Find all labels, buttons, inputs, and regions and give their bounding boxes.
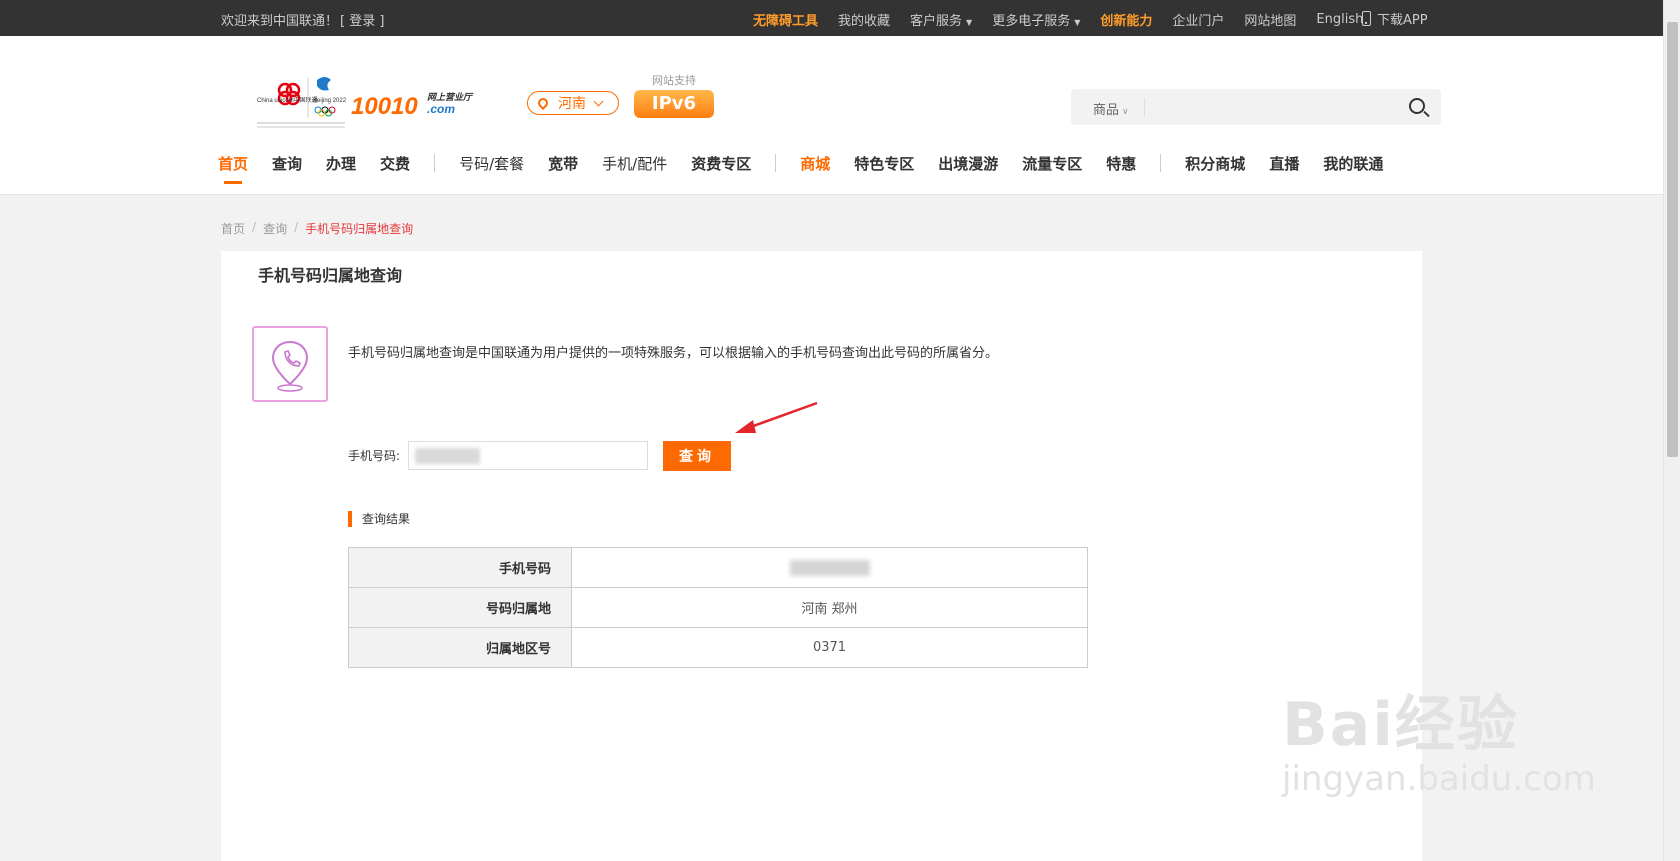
top-link-label: 网站地图 — [1244, 14, 1297, 29]
nav-item-10[interactable]: 商城 — [800, 153, 830, 174]
region-label: 河南 — [558, 96, 586, 112]
scrollbar-thumb[interactable] — [1667, 22, 1678, 457]
unicom-logo[interactable]: China unicom中国联通 Beijing 2022 10010 网上营业… — [255, 72, 485, 130]
top-link-4[interactable]: 创新能力 — [1100, 10, 1152, 29]
top-link-label: English — [1316, 12, 1364, 27]
breadcrumb-current: 手机号码归属地查询 — [305, 222, 414, 236]
search-category-label: 商品 — [1093, 103, 1120, 118]
welcome-label: 欢迎来到中国联通！ — [221, 14, 339, 29]
location-pin-icon — [535, 95, 551, 111]
nav-item-16[interactable]: 积分商城 — [1185, 153, 1245, 174]
result-key: 号码归属地 — [348, 587, 572, 628]
ipv6-label: 网站支持 — [652, 74, 696, 87]
download-app-label: 下载APP — [1377, 13, 1428, 28]
mobile-phone-icon — [1362, 11, 1371, 26]
breadcrumb-separator: / — [294, 220, 299, 234]
page-title: 手机号码归属地查询 — [258, 266, 403, 285]
nav-item-6[interactable]: 宽带 — [548, 153, 578, 174]
ipv6-badge: 网站支持 IPv6 — [634, 72, 714, 118]
service-description: 手机号码归属地查询是中国联通为用户提供的一项特殊服务，可以根据输入的手机号码查询… — [348, 346, 999, 361]
watermark-url: jingyan.baidu.com — [1282, 759, 1596, 799]
scrollbar[interactable] — [1663, 0, 1680, 861]
phone-number-label: 手机号码: — [348, 449, 401, 463]
nav-item-3[interactable]: 交费 — [380, 153, 410, 174]
caret-down-icon: ▼ — [1074, 18, 1081, 27]
svg-text:10010: 10010 — [351, 93, 418, 120]
nav-item-7[interactable]: 手机/配件 — [602, 153, 667, 174]
top-link-label: 更多电子服务 — [992, 14, 1071, 29]
nav-item-0[interactable]: 首页 — [218, 153, 248, 184]
svg-text:.com: .com — [427, 102, 455, 116]
top-link-0[interactable]: 无障碍工具 — [753, 10, 818, 29]
welcome-text: 欢迎来到中国联通！[ 登录 ] — [221, 10, 384, 29]
chevron-down-icon — [593, 96, 604, 106]
nav-item-14[interactable]: 特惠 — [1106, 153, 1136, 174]
top-link-1[interactable]: 我的收藏 — [838, 10, 890, 29]
nav-item-5[interactable]: 号码/套餐 — [459, 153, 524, 174]
table-row: 手机号码 — [348, 547, 1088, 588]
login-link[interactable]: [ 登录 ] — [340, 14, 384, 29]
nav-item-2[interactable]: 办理 — [326, 153, 356, 174]
nav-divider — [434, 154, 436, 172]
result-value: 河南 郑州 — [571, 587, 1088, 628]
top-links: 无障碍工具 我的收藏 客户服务 ▼ 更多电子服务 ▼ 创新能力 企业门户 网站地图 English — [753, 10, 1383, 29]
caret-down-icon: ▼ — [966, 18, 973, 27]
top-link-label: 客户服务 — [910, 14, 963, 29]
table-row: 号码归属地 河南 郑州 — [348, 587, 1088, 628]
nav-item-1[interactable]: 查询 — [272, 153, 302, 174]
top-link-7[interactable]: English — [1316, 12, 1363, 27]
ipv6-text: IPv6 — [634, 90, 714, 118]
nav-item-12[interactable]: 出境漫游 — [938, 153, 998, 174]
result-value: 0371 — [571, 627, 1088, 668]
nav-item-17[interactable]: 直播 — [1269, 153, 1299, 174]
top-link-label: 我的收藏 — [838, 14, 891, 29]
nav-item-13[interactable]: 流量专区 — [1022, 153, 1082, 174]
top-bar: 欢迎来到中国联通！[ 登录 ] 无障碍工具 我的收藏 客户服务 ▼ 更多电子服务 ▼ 创新能… — [0, 0, 1663, 36]
top-link-3[interactable]: 更多电子服务 ▼ — [992, 10, 1080, 29]
chevron-down-icon: ∨ — [1122, 107, 1129, 117]
nav-item-11[interactable]: 特色专区 — [854, 153, 914, 174]
nav-divider — [775, 154, 777, 172]
redacted-phone-number — [415, 448, 480, 464]
redacted-value — [789, 559, 870, 576]
result-value — [571, 547, 1088, 588]
search-icon[interactable] — [1409, 98, 1425, 114]
baidu-jingyan-watermark: Bai经验 jingyan.baidu.com — [1282, 676, 1596, 799]
search-category-dropdown[interactable]: 商品 ∨ — [1093, 99, 1129, 118]
top-link-2[interactable]: 客户服务 ▼ — [910, 10, 972, 29]
nav-item-18[interactable]: 我的联通 — [1323, 153, 1383, 174]
download-app-link[interactable]: 下载APP — [1362, 9, 1428, 28]
breadcrumb: 首页 / 查询 / 手机号码归属地查询 — [221, 220, 413, 237]
main-nav: 首页 查询 办理 交费 号码/套餐 宽带 手机/配件 资费专区 商城 特色专区 出境漫游 流量专区 特惠… — [218, 153, 1407, 184]
result-table: 手机号码 号码归属地 河南 郑州 归属地区号 0371 — [348, 547, 1088, 668]
site-header: China unicom中国联通 Beijing 2022 10010 网上营业… — [0, 36, 1663, 195]
nav-item-8[interactable]: 资费专区 — [691, 153, 751, 174]
query-panel: 手机号码归属地查询 手机号码归属地查询是中国联通为用户提供的一项特殊服务，可以根… — [221, 251, 1422, 861]
search-divider — [1144, 98, 1145, 116]
result-heading: 查询结果 — [348, 511, 410, 527]
breadcrumb-separator: / — [252, 220, 257, 234]
svg-text:China unicom中国联通: China unicom中国联通 — [257, 96, 318, 104]
breadcrumb-home[interactable]: 首页 — [221, 220, 245, 237]
svg-text:Beijing 2022: Beijing 2022 — [313, 98, 347, 104]
red-arrow-annotation — [735, 401, 818, 433]
result-key: 手机号码 — [348, 547, 572, 588]
top-link-label: 创新能力 — [1100, 14, 1153, 29]
table-row: 归属地区号 0371 — [348, 627, 1088, 668]
result-key: 归属地区号 — [348, 627, 572, 668]
location-phone-icon — [252, 326, 328, 402]
search-box: 商品 ∨ — [1071, 89, 1441, 125]
top-link-label: 无障碍工具 — [753, 14, 819, 29]
watermark-brand: Bai经验 — [1282, 690, 1519, 760]
top-link-5[interactable]: 企业门户 — [1172, 10, 1224, 29]
query-button[interactable]: 查询 — [663, 441, 731, 471]
breadcrumb-query[interactable]: 查询 — [263, 220, 287, 237]
region-selector[interactable]: 河南 — [527, 91, 619, 115]
top-link-6[interactable]: 网站地图 — [1244, 10, 1296, 29]
search-input[interactable] — [1151, 93, 1381, 121]
top-link-label: 企业门户 — [1172, 14, 1225, 29]
nav-divider — [1160, 154, 1162, 172]
